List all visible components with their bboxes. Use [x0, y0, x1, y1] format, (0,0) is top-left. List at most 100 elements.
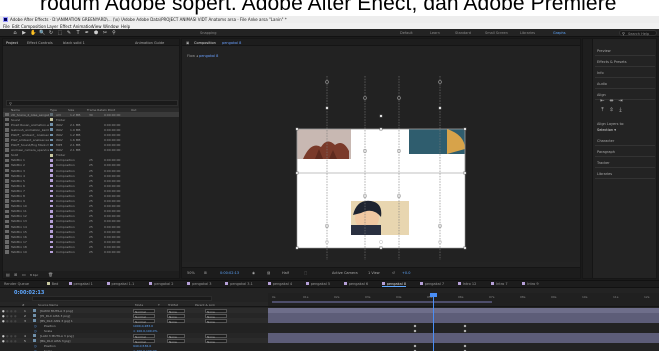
solo-icon[interactable]: ● — [10, 309, 13, 313]
timeline-tab[interactable]: pengakal 4 — [267, 282, 292, 287]
layer-column-mode[interactable]: Mode — [135, 303, 143, 307]
label-color-swatch[interactable] — [50, 194, 53, 198]
label-color-swatch[interactable] — [50, 123, 53, 126]
side-panel-preview[interactable]: Preview — [597, 49, 611, 53]
keyframe[interactable] — [463, 324, 467, 327]
layer-trkmat-select[interactable]: None — [167, 313, 185, 319]
active-camera-select[interactable]: Active Camera — [332, 271, 358, 275]
timeline-tab[interactable]: Intro 9 — [522, 282, 539, 287]
tab-animation-guide[interactable]: Animation Guide — [135, 41, 164, 45]
align-button-icon[interactable]: ⤓ — [617, 107, 624, 114]
layer-trkmat-select[interactable]: None — [167, 318, 185, 324]
new-folder-icon[interactable]: ⊞ — [14, 272, 17, 277]
current-time-readout[interactable]: 0:00:02:13 — [220, 271, 239, 275]
property-value[interactable]: ∞ 100.0,100.0% — [133, 329, 157, 333]
layer-mode-select[interactable]: Normal — [133, 338, 155, 344]
home-tool-icon[interactable]: ⌂ — [12, 30, 18, 36]
pen-tool-icon[interactable]: ✎ — [66, 30, 72, 36]
audio-icon[interactable]: ● — [6, 334, 9, 338]
reset-exposure-icon[interactable]: ↺ — [392, 271, 395, 275]
side-panel-character[interactable]: Character — [597, 139, 614, 143]
lock-icon[interactable]: ● — [14, 314, 17, 318]
timeline-tab[interactable]: Intro 7 — [491, 282, 508, 287]
label-color-swatch[interactable] — [50, 113, 53, 116]
trash-icon[interactable]: 🗑 — [48, 272, 53, 277]
label-color-swatch[interactable] — [50, 153, 53, 157]
timeline-tab[interactable]: pengakal 3 — [187, 282, 211, 287]
align-button-icon[interactable]: ⤒ — [599, 107, 606, 114]
hand-tool-icon[interactable]: ✋ — [30, 30, 36, 36]
keyframe[interactable] — [463, 329, 467, 332]
layer-trkmat-select[interactable]: None — [167, 308, 185, 314]
lock-icon[interactable]: ● — [14, 334, 17, 338]
layer-mode-select[interactable]: Normal — [133, 333, 155, 339]
timeline-search-input[interactable] — [32, 296, 212, 301]
color-icon[interactable]: ▨ — [267, 271, 270, 275]
timeline-tab[interactable]: pengakal 1.1 — [106, 282, 134, 287]
layer-parent-select[interactable]: None — [205, 338, 227, 344]
lock-icon[interactable]: ● — [14, 309, 17, 313]
layer-column-parent-link[interactable]: Parent & Link — [195, 303, 215, 307]
timeline-tab[interactable]: pengakal 2 — [149, 282, 173, 287]
grid-icon[interactable]: ⊞ — [204, 271, 207, 275]
timeline-tab[interactable]: pengakal 7 — [419, 282, 444, 287]
visibility-icon[interactable]: ● — [2, 339, 5, 343]
label-color-swatch[interactable] — [50, 189, 53, 193]
workspace-default[interactable]: Default — [400, 31, 413, 35]
label-color-swatch[interactable] — [33, 334, 36, 337]
label-color-swatch[interactable] — [33, 319, 36, 322]
lock-icon[interactable]: ▣ — [186, 41, 189, 45]
label-color-swatch[interactable] — [50, 138, 53, 142]
workspace-graphs[interactable]: Graphs — [553, 31, 566, 35]
label-color-swatch[interactable] — [50, 184, 53, 188]
lock-icon[interactable]: ● — [14, 319, 17, 323]
align-button-icon[interactable]: ⇤ — [599, 98, 606, 105]
side-panel-paragraph[interactable]: Paragraph — [597, 150, 615, 154]
layer-column-source-name[interactable]: Source Name — [38, 303, 58, 307]
label-color-swatch[interactable] — [50, 164, 53, 167]
project-search-input[interactable]: ⚲ — [6, 100, 178, 106]
layer-mode-select[interactable]: Normal — [133, 308, 155, 314]
region-icon[interactable]: ⬚ — [304, 271, 307, 275]
timeline-tab[interactable]: Bed — [46, 282, 58, 287]
solo-icon[interactable]: ● — [10, 339, 13, 343]
layer-column-trkmat[interactable]: TrkMat — [168, 303, 178, 307]
search-help-field[interactable]: ⚲ Search Help — [619, 30, 657, 36]
bit-depth-label[interactable]: 8 bpc — [30, 273, 38, 277]
visibility-icon[interactable]: ● — [2, 309, 5, 313]
keyframe[interactable] — [413, 324, 417, 327]
label-color-swatch[interactable] — [50, 128, 53, 132]
property-value[interactable]: 1000,0,283.0 — [133, 324, 153, 328]
tab-composition[interactable]: Composition — [194, 41, 216, 45]
label-color-swatch[interactable] — [50, 174, 53, 177]
current-time-indicator[interactable] — [433, 293, 434, 351]
selection-tool-icon[interactable]: ▶ — [21, 30, 27, 36]
label-color-swatch[interactable] — [50, 169, 53, 172]
workspace-small-screen[interactable]: Small Screen — [485, 31, 508, 35]
interpret-footage-icon[interactable]: ▤ — [6, 272, 10, 277]
zoom-select[interactable]: 50% — [187, 271, 195, 275]
property-value[interactable]: 940.0,536.0 — [133, 344, 151, 348]
layer-parent-select[interactable]: None — [205, 318, 227, 324]
label-color-swatch[interactable] — [50, 159, 53, 162]
timeline-tab[interactable]: pengakal 5 — [305, 282, 330, 287]
label-color-swatch[interactable] — [50, 225, 53, 228]
solo-icon[interactable]: ● — [10, 334, 13, 338]
label-color-swatch[interactable] — [50, 235, 53, 239]
keyframe[interactable] — [463, 344, 467, 347]
snapping-label[interactable]: Snapping — [200, 31, 216, 35]
rectangle-tool-icon[interactable]: ⬚ — [57, 30, 63, 36]
label-color-swatch[interactable] — [33, 309, 36, 312]
timeline-tab[interactable]: Render Queue — [4, 282, 29, 287]
side-panel-align[interactable]: Align — [597, 93, 606, 97]
side-panel-audio[interactable]: Audio — [597, 82, 607, 86]
project-item-row[interactable]: TeKiBro 19 Composition 25 0:00:00:00 — [3, 250, 179, 255]
search-tool-icon[interactable]: ⚲ — [111, 30, 117, 36]
work-area-bar[interactable] — [272, 301, 492, 303]
audio-icon[interactable]: ● — [6, 309, 9, 313]
stopwatch-icon[interactable]: ◷ — [34, 344, 37, 348]
stopwatch-icon[interactable]: ◷ — [34, 329, 37, 333]
composition-viewer[interactable]: Flow ◂ pengakal 8 — [182, 46, 580, 262]
label-color-swatch[interactable] — [50, 220, 53, 223]
timeline-tab[interactable]: pengakal 3.1 — [225, 282, 253, 287]
